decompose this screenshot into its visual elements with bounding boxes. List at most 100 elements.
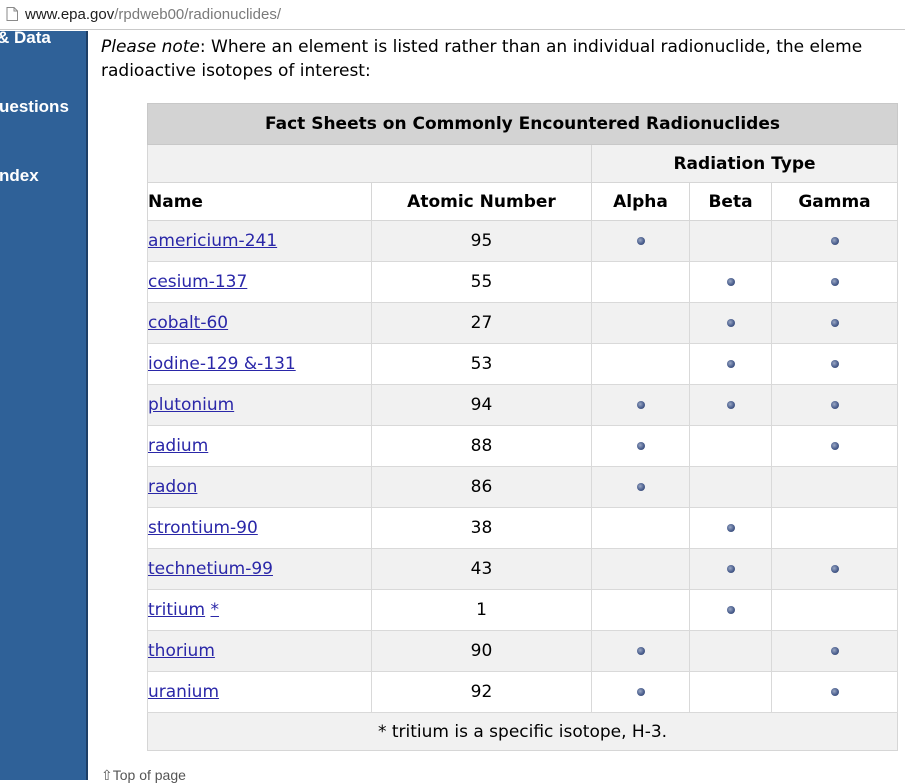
dot-icon (726, 319, 735, 327)
atomic-number-cell: 1 (371, 589, 592, 631)
table-row: uranium 92 (147, 671, 898, 713)
atomic-number-cell: 90 (371, 630, 592, 672)
table-row: thorium 90 (147, 630, 898, 672)
table-row: radon 86 (147, 466, 898, 508)
name-cell: cesium-137 (147, 261, 372, 303)
name-cell: cobalt-60 (147, 302, 372, 344)
atomic-number-cell: 53 (371, 343, 592, 385)
url-path: /rpdweb00/radionuclides/ (114, 6, 281, 23)
alpha-cell (591, 507, 690, 549)
radionuclide-link[interactable]: americium-241 (148, 231, 277, 251)
col-header-gamma: Gamma (771, 182, 898, 221)
beta-cell (689, 548, 772, 590)
radiation-type-header: Radiation Type (591, 144, 898, 183)
col-header-atomic-number: Atomic Number (371, 182, 592, 221)
beta-cell (689, 466, 772, 508)
note-line1: : Where an element is listed rather than… (199, 37, 863, 57)
dot-icon (830, 237, 839, 245)
radionuclide-table: Fact Sheets on Commonly Encountered Radi… (147, 103, 898, 751)
radionuclide-link[interactable]: radon (148, 477, 197, 497)
note-line2: radioactive isotopes of interest: (101, 61, 371, 81)
alpha-cell (591, 589, 690, 631)
radionuclide-link[interactable]: plutonium (148, 395, 234, 415)
dot-icon (726, 565, 735, 573)
radionuclide-link[interactable]: thorium (148, 641, 215, 661)
alpha-cell (591, 261, 690, 303)
beta-cell (689, 589, 772, 631)
table-footnote: * tritium is a specific isotope, H-3. (147, 712, 898, 751)
radionuclide-link[interactable]: tritium (148, 600, 205, 620)
col-header-beta: Beta (689, 182, 772, 221)
blank-header (147, 144, 592, 183)
beta-cell (689, 671, 772, 713)
dot-icon (636, 237, 645, 245)
address-bar[interactable]: www.epa.gov/rpdweb00/radionuclides/ (0, 0, 905, 30)
sidebar-item-questions[interactable]: uestions (0, 97, 69, 117)
note-paragraph: Please note: Where an element is listed … (101, 35, 905, 83)
atomic-number-cell: 86 (371, 466, 592, 508)
sidebar-item-index[interactable]: ndex (0, 166, 39, 186)
alpha-cell (591, 343, 690, 385)
name-cell: radon (147, 466, 372, 508)
table-caption: Fact Sheets on Commonly Encountered Radi… (147, 103, 898, 145)
note-prefix: Please note (101, 37, 200, 57)
gamma-cell (771, 261, 898, 303)
radionuclide-link[interactable]: technetium-99 (148, 559, 273, 579)
radionuclide-link[interactable]: cobalt-60 (148, 313, 228, 333)
gamma-cell (771, 384, 898, 426)
table-row: cesium-137 55 (147, 261, 898, 303)
url-text[interactable]: www.epa.gov/rpdweb00/radionuclides/ (25, 6, 281, 23)
radionuclide-link[interactable]: radium (148, 436, 208, 456)
atomic-number-cell: 38 (371, 507, 592, 549)
table-row: plutonium 94 (147, 384, 898, 426)
gamma-cell (771, 302, 898, 344)
radionuclide-link[interactable]: uranium (148, 682, 219, 702)
gamma-cell (771, 425, 898, 467)
radionuclide-link[interactable]: cesium-137 (148, 272, 247, 292)
name-cell: strontium-90 (147, 507, 372, 549)
atomic-number-cell: 94 (371, 384, 592, 426)
url-domain: www.epa.gov (25, 6, 115, 23)
table-body: americium-241 95 cesium-137 55 cobalt-60 27 io… (147, 220, 898, 713)
gamma-cell (771, 630, 898, 672)
radionuclide-link[interactable]: iodine-129 &-131 (148, 354, 296, 374)
dot-icon (726, 524, 735, 532)
gamma-cell (771, 589, 898, 631)
gamma-cell (771, 671, 898, 713)
dot-icon (636, 401, 645, 409)
table-row: radium 88 (147, 425, 898, 467)
alpha-cell (591, 302, 690, 344)
col-header-name: Name (147, 182, 372, 221)
table-row: technetium-99 43 (147, 548, 898, 590)
dot-icon (830, 401, 839, 409)
alpha-cell (591, 425, 690, 467)
gamma-cell (771, 466, 898, 508)
radionuclide-link[interactable]: strontium-90 (148, 518, 258, 538)
dot-icon (636, 647, 645, 655)
beta-cell (689, 343, 772, 385)
alpha-cell (591, 220, 690, 262)
name-cell: americium-241 (147, 220, 372, 262)
gamma-cell (771, 343, 898, 385)
page-icon (6, 7, 18, 21)
top-of-page-link[interactable]: ⇧Top of page (101, 767, 186, 784)
dot-icon (830, 647, 839, 655)
dot-icon (830, 442, 839, 450)
name-cell: tritium * (147, 589, 372, 631)
beta-cell (689, 425, 772, 467)
dot-icon (830, 688, 839, 696)
dot-icon (726, 401, 735, 409)
atomic-number-cell: 95 (371, 220, 592, 262)
dot-icon (726, 278, 735, 286)
sidebar-item-data[interactable]: & Data (0, 28, 51, 48)
footnote-link[interactable]: * (211, 600, 220, 620)
dot-icon (636, 483, 645, 491)
beta-cell (689, 220, 772, 262)
beta-cell (689, 507, 772, 549)
sidebar: & Data uestions ndex (0, 28, 88, 780)
name-cell: iodine-129 &-131 (147, 343, 372, 385)
atomic-number-cell: 43 (371, 548, 592, 590)
up-arrow-icon: ⇧ (101, 767, 113, 783)
top-of-page-label: Top of page (112, 767, 186, 783)
name-cell: thorium (147, 630, 372, 672)
